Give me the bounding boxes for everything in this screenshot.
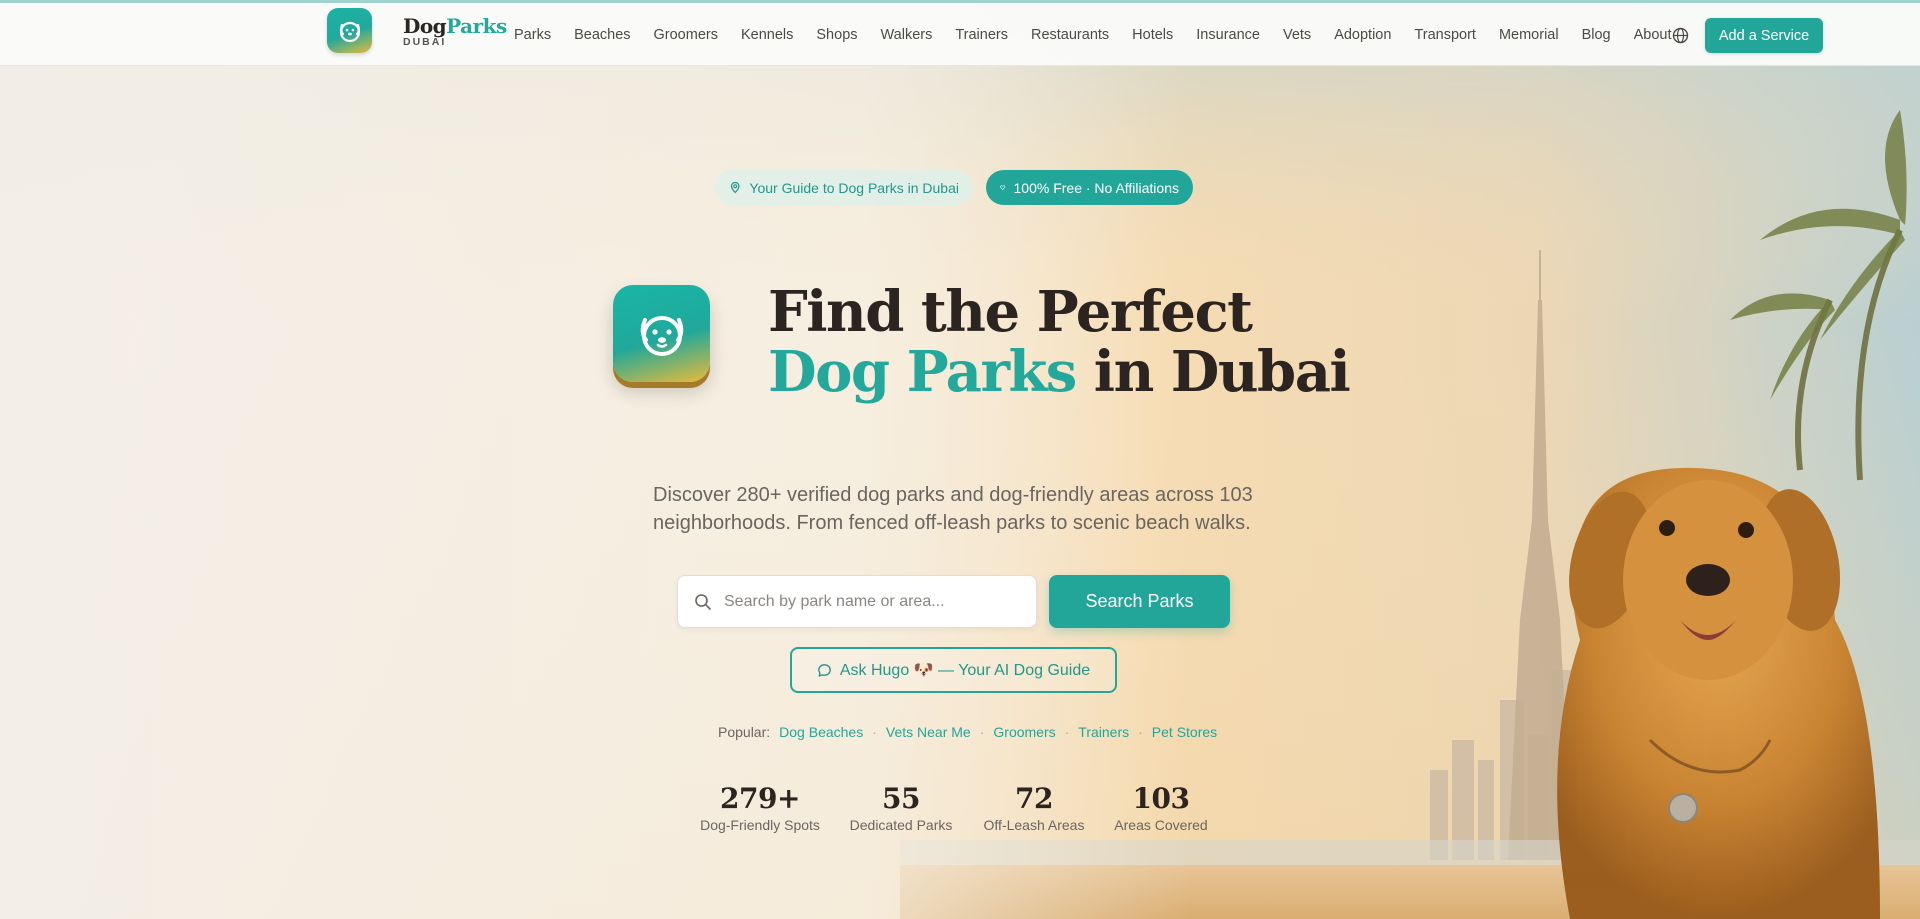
nav-item-insurance[interactable]: Insurance [1196, 27, 1260, 43]
stat-parks: 55 Dedicated Parks [846, 782, 956, 833]
site-header: DogParks DUBAI Parks Beaches Groomers Ke… [0, 0, 1920, 66]
guide-badge: Your Guide to Dog Parks in Dubai [715, 170, 973, 205]
free-badge-label: 100% Free · No Affiliations [1013, 179, 1180, 196]
nav-item-restaurants[interactable]: Restaurants [1031, 27, 1109, 43]
nav-item-walkers[interactable]: Walkers [881, 27, 933, 43]
nav-item-blog[interactable]: Blog [1582, 27, 1611, 43]
stat-value: 103 [1132, 782, 1190, 815]
stat-value: 55 [882, 782, 920, 815]
stat-label: Dog-Friendly Spots [700, 817, 820, 833]
stat-label: Off-Leash Areas [983, 817, 1085, 833]
stat-value: 279+ [720, 782, 800, 815]
nav-item-vets[interactable]: Vets [1283, 27, 1311, 43]
hero-dog-logo [613, 285, 710, 382]
logo-name-parks: Parks [446, 14, 507, 38]
globe-icon[interactable] [1672, 27, 1689, 44]
nav-item-hotels[interactable]: Hotels [1132, 27, 1173, 43]
popular-link-pet-stores[interactable]: Pet Stores [1152, 724, 1217, 740]
search-input[interactable] [724, 592, 1014, 611]
nav-item-beaches[interactable]: Beaches [574, 27, 630, 43]
add-service-button[interactable]: Add a Service [1705, 18, 1823, 53]
logo-wordmark[interactable]: DogParks DUBAI [403, 14, 507, 48]
stat-areas: 103 Areas Covered [1108, 782, 1214, 833]
chat-bubble-icon [817, 663, 831, 677]
hero-title-line1: Find the Perfect [768, 279, 1253, 345]
separator-dot: · [1138, 724, 1143, 740]
stat-spots: 279+ Dog-Friendly Spots [694, 782, 826, 833]
stat-off-leash: 72 Off-Leash Areas [976, 782, 1092, 833]
stat-value: 72 [1015, 782, 1053, 815]
free-badge: 100% Free · No Affiliations [986, 170, 1193, 205]
guide-badge-label: Your Guide to Dog Parks in Dubai [749, 179, 959, 196]
hero-title: Find the Perfect Dog Parks in Dubai [768, 279, 1351, 405]
nav-item-adoption[interactable]: Adoption [1334, 27, 1391, 43]
hero-title-accent: Dog Parks [768, 339, 1077, 405]
popular-link-dog-beaches[interactable]: Dog Beaches [779, 724, 863, 740]
popular-link-trainers[interactable]: Trainers [1078, 724, 1129, 740]
main-nav: Parks Beaches Groomers Kennels Shops Wal… [514, 3, 1695, 66]
dog-face-icon [640, 315, 683, 356]
popular-searches: Popular: Dog Beaches · Vets Near Me · Gr… [718, 724, 1217, 740]
nav-item-about[interactable]: About [1634, 27, 1672, 43]
stat-label: Dedicated Parks [849, 817, 953, 833]
nav-item-trainers[interactable]: Trainers [955, 27, 1008, 43]
nav-item-groomers[interactable]: Groomers [654, 27, 718, 43]
nav-item-transport[interactable]: Transport [1414, 27, 1476, 43]
stat-label: Areas Covered [1114, 817, 1208, 833]
separator-dot: · [1064, 724, 1070, 740]
map-pin-icon [730, 181, 740, 194]
ask-hugo-button[interactable]: Ask Hugo 🐶 — Your AI Dog Guide [790, 647, 1117, 693]
search-icon [695, 593, 711, 610]
separator-dot: · [979, 724, 985, 740]
separator-dot: · [872, 724, 877, 740]
nav-item-memorial[interactable]: Memorial [1499, 27, 1559, 43]
hero-description: Discover 280+ verified dog parks and dog… [653, 484, 1253, 534]
logo-icon[interactable] [327, 8, 372, 53]
ask-hugo-label: Ask Hugo 🐶 — Your AI Dog Guide [839, 662, 1091, 679]
nav-item-shops[interactable]: Shops [816, 27, 857, 43]
nav-item-kennels[interactable]: Kennels [741, 27, 793, 43]
search-box[interactable] [677, 575, 1037, 628]
heart-icon [1000, 185, 1006, 190]
logo-name-dog: Dog [403, 14, 447, 38]
hero-title-rest: in Dubai [1075, 339, 1351, 405]
nav-item-parks[interactable]: Parks [514, 27, 551, 43]
dog-face-icon [339, 21, 360, 42]
popular-label: Popular: [718, 724, 771, 740]
popular-link-groomers[interactable]: Groomers [993, 724, 1055, 740]
hero-section: Your Guide to Dog Parks in Dubai 100% Fr… [0, 0, 1920, 919]
search-parks-button[interactable]: Search Parks [1049, 575, 1230, 628]
popular-link-vets[interactable]: Vets Near Me [886, 724, 971, 740]
